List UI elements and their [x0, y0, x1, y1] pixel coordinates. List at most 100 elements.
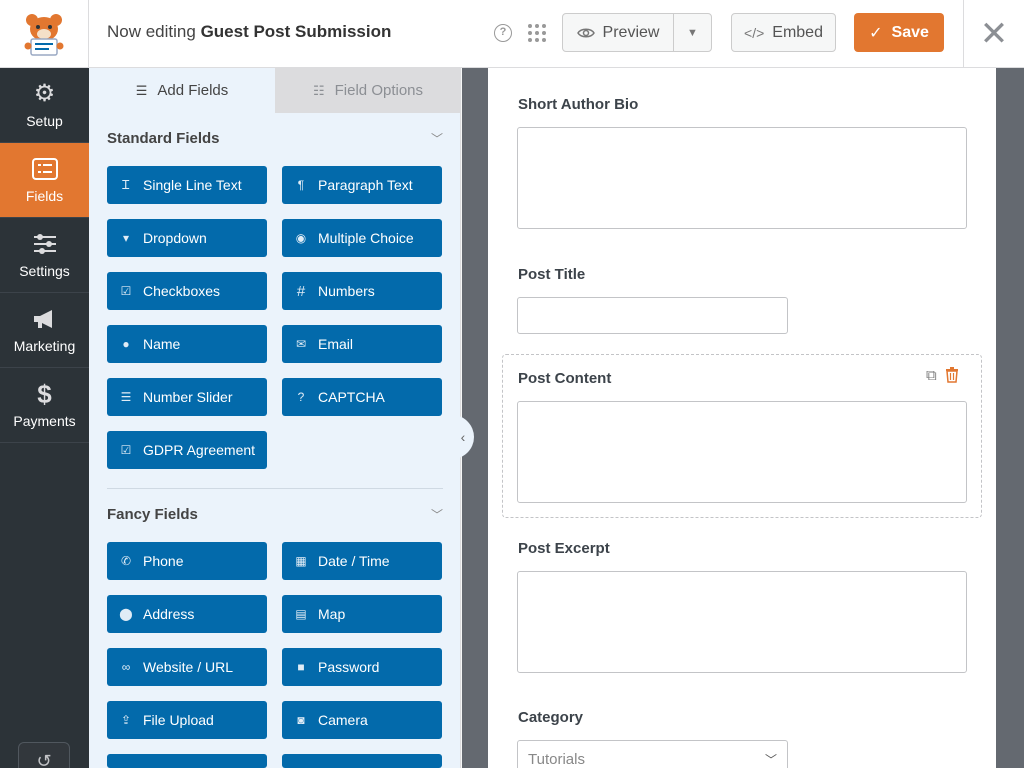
- history-icon: ↺: [36, 751, 52, 768]
- save-label: Save: [891, 23, 929, 41]
- field-button-numbers[interactable]: # Numbers: [282, 272, 442, 310]
- field-label: Password: [318, 659, 380, 675]
- fields-panel: ☰ Add Fields ☷ Field Options Standard Fi…: [89, 68, 461, 768]
- checkmark-icon: ✓: [869, 24, 883, 42]
- chevron-left-icon: ‹: [460, 429, 466, 445]
- apps-grid-icon[interactable]: [528, 24, 546, 42]
- nav-item-fields[interactable]: Fields: [0, 143, 89, 218]
- category-value: Tutorials: [528, 750, 585, 768]
- top-bar: Now editing Guest Post Submission ? Prev…: [0, 0, 1024, 68]
- field-button-dropdown[interactable]: ▾ Dropdown: [107, 219, 267, 257]
- link-icon: ∞: [121, 660, 131, 674]
- nav-label: Setup: [26, 113, 63, 129]
- close-button[interactable]: ✕: [963, 0, 1024, 68]
- checkbox-icon: ☑: [120, 284, 132, 298]
- post-excerpt-textarea[interactable]: [517, 571, 967, 673]
- chevron-down-icon: ﹀: [430, 508, 443, 522]
- field-button-partial[interactable]: [107, 754, 267, 768]
- eye-icon: [576, 28, 595, 37]
- nav-item-setup[interactable]: ⚙ Setup: [0, 68, 89, 143]
- calendar-icon: ▦: [295, 554, 307, 568]
- tab-field-options[interactable]: ☷ Field Options: [275, 68, 461, 113]
- field-label: Camera: [318, 712, 368, 728]
- embed-button[interactable]: </> Embed: [731, 13, 836, 52]
- nav-item-settings[interactable]: Settings: [0, 218, 89, 293]
- radio-icon: ◉: [295, 231, 307, 245]
- trash-icon[interactable]: [945, 367, 959, 387]
- short-author-bio-textarea[interactable]: [517, 127, 967, 229]
- field-label: Paragraph Text: [318, 177, 413, 193]
- field-label: Single Line Text: [143, 177, 242, 193]
- envelope-icon: ✉: [295, 337, 307, 351]
- field-button-password[interactable]: ■ Password: [282, 648, 442, 686]
- field-button-address[interactable]: ⬤ Address: [107, 595, 267, 633]
- upload-icon: ⇪: [120, 713, 132, 727]
- preview-label: Preview: [602, 23, 660, 41]
- nav-label: Fields: [25, 188, 64, 204]
- field-label: File Upload: [143, 712, 214, 728]
- nav-item-payments[interactable]: $ Payments: [0, 368, 89, 443]
- sliders-icon: ☰: [120, 390, 132, 404]
- field-button-camera[interactable]: ◙ Camera: [282, 701, 442, 739]
- gear-icon: ⚙: [33, 80, 56, 107]
- sliders-icon: ☷: [312, 82, 325, 98]
- field-button-name[interactable]: ● Name: [107, 325, 267, 363]
- field-label: Checkboxes: [143, 283, 221, 299]
- field-button-checkboxes[interactable]: ☑ Checkboxes: [107, 272, 267, 310]
- field-label: CAPTCHA: [318, 389, 385, 405]
- page-title: Now editing Guest Post Submission: [107, 22, 391, 42]
- field-button-website-url[interactable]: ∞ Website / URL: [107, 648, 267, 686]
- field-button-multiple-choice[interactable]: ◉ Multiple Choice: [282, 219, 442, 257]
- field-label: Map: [318, 606, 346, 622]
- preview-button[interactable]: Preview: [563, 14, 674, 51]
- field-button-single-line-text[interactable]: Ꮖ Single Line Text: [107, 166, 267, 204]
- form-name: Guest Post Submission: [200, 22, 392, 41]
- checkbox-icon: ☑: [120, 443, 132, 457]
- map-pin-icon: ⬤: [119, 607, 133, 621]
- field-button-number-slider[interactable]: ☰ Number Slider: [107, 378, 267, 416]
- field-label-post-content: Post Content: [518, 370, 612, 387]
- tab-add-fields[interactable]: ☰ Add Fields: [89, 68, 275, 113]
- revisions-button[interactable]: ↺: [18, 742, 70, 768]
- list-icon: [31, 156, 58, 182]
- preview-dropdown-button[interactable]: ▼: [674, 14, 711, 51]
- camera-icon: ◙: [297, 713, 305, 727]
- chevron-down-icon: ﹀: [430, 132, 443, 146]
- fancy-fields-header[interactable]: Fancy Fields ﹀: [107, 506, 443, 523]
- logo: [0, 0, 89, 68]
- field-label: Number Slider: [143, 389, 233, 405]
- field-button-partial[interactable]: [282, 754, 442, 768]
- field-button-file-upload[interactable]: ⇪ File Upload: [107, 701, 267, 739]
- field-label: Dropdown: [143, 230, 207, 246]
- preview-button-group: Preview ▼: [562, 13, 712, 52]
- field-button-captcha[interactable]: ? CAPTCHA: [282, 378, 442, 416]
- tab-label: Field Options: [334, 82, 424, 99]
- save-button[interactable]: ✓ Save: [854, 13, 944, 52]
- hash-icon: #: [296, 282, 306, 300]
- dollar-icon: $: [37, 379, 52, 409]
- nav-item-marketing[interactable]: Marketing: [0, 293, 89, 368]
- help-icon[interactable]: ?: [494, 24, 512, 42]
- field-label: Email: [318, 336, 354, 352]
- field-button-paragraph-text[interactable]: ¶ Paragraph Text: [282, 166, 442, 204]
- post-title-input[interactable]: [517, 297, 788, 334]
- code-icon: </>: [744, 24, 765, 41]
- post-content-textarea[interactable]: [517, 401, 967, 503]
- field-actions: ⧉: [926, 367, 959, 387]
- text-cursor-icon: Ꮖ: [122, 177, 130, 192]
- field-label: Multiple Choice: [318, 230, 414, 246]
- sliders-icon: [32, 231, 58, 257]
- field-button-gdpr-agreement[interactable]: ☑ GDPR Agreement: [107, 431, 267, 469]
- field-label-post-excerpt: Post Excerpt: [518, 540, 610, 557]
- field-button-date-time[interactable]: ▦ Date / Time: [282, 542, 442, 580]
- megaphone-icon: [32, 306, 58, 332]
- field-button-map[interactable]: ▤ Map: [282, 595, 442, 633]
- field-button-phone[interactable]: ✆ Phone: [107, 542, 267, 580]
- field-button-email[interactable]: ✉ Email: [282, 325, 442, 363]
- nav-label: Settings: [19, 263, 70, 279]
- tab-label: Add Fields: [157, 82, 229, 99]
- field-label: Address: [143, 606, 195, 622]
- duplicate-icon[interactable]: ⧉: [926, 367, 937, 387]
- standard-fields-header[interactable]: Standard Fields ﹀: [107, 130, 443, 147]
- category-select[interactable]: Tutorials ﹀: [517, 740, 788, 768]
